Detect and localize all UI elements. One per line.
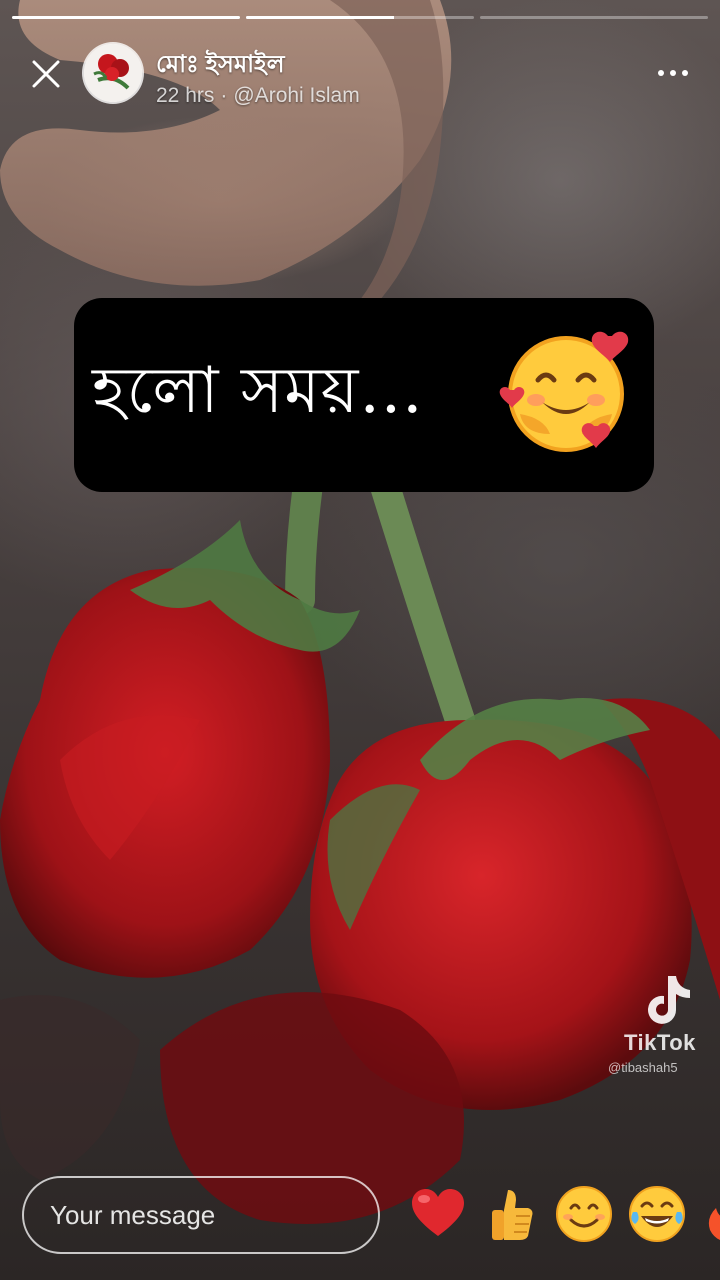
progress-segment <box>246 16 474 19</box>
progress-fill <box>12 16 240 19</box>
smiling-face-icon <box>556 1186 612 1242</box>
reaction-thumbs-up-button[interactable] <box>482 1184 542 1244</box>
more-options-button[interactable] <box>648 58 698 88</box>
caption-text: হলো সময়... <box>92 353 424 428</box>
mention-link[interactable]: @Arohi Islam <box>233 84 359 107</box>
rose-avatar-icon <box>84 44 142 102</box>
avatar[interactable] <box>84 44 142 102</box>
heart-icon <box>412 1189 464 1236</box>
reaction-laugh-button[interactable] <box>627 1184 687 1244</box>
time-ago: 22 hrs <box>156 84 215 107</box>
watermark-handle: @tibashah5 <box>608 1060 678 1075</box>
more-dot-icon <box>682 70 688 76</box>
story-meta: 22 hrs · @Arohi Islam <box>156 84 360 108</box>
more-dot-icon <box>658 70 664 76</box>
reaction-smile-button[interactable] <box>554 1184 614 1244</box>
fire-icon <box>708 1208 720 1240</box>
close-icon <box>32 60 60 88</box>
message-input[interactable] <box>22 1176 380 1254</box>
reaction-heart-button[interactable] <box>408 1184 468 1244</box>
hugging-face-with-hearts-icon <box>499 331 629 452</box>
progress-segment <box>480 16 708 19</box>
tears-of-joy-icon <box>629 1186 685 1242</box>
author-name[interactable]: মোঃ ইসমাইল <box>156 46 284 86</box>
reaction-fire-button[interactable] <box>700 1184 720 1244</box>
story-background <box>0 0 720 1280</box>
more-dot-icon <box>670 70 676 76</box>
meta-separator: · <box>220 84 228 107</box>
close-button[interactable] <box>24 52 68 96</box>
progress-segment <box>12 16 240 19</box>
rose-photo <box>0 0 720 1224</box>
story-progress <box>12 16 708 20</box>
caption-sticker: হলো সময়... <box>74 298 654 492</box>
tiktok-logo-icon <box>648 976 690 1024</box>
progress-fill <box>246 16 395 19</box>
thumbs-up-icon <box>492 1190 533 1240</box>
watermark-brand: TikTok <box>624 1030 696 1055</box>
